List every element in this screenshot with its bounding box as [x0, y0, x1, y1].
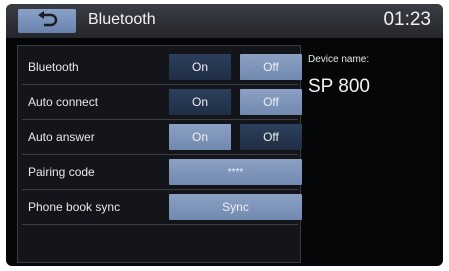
setting-row-bluetooth: Bluetooth On Off [22, 50, 302, 85]
page-title: Bluetooth [88, 11, 156, 28]
settings-panel: Bluetooth On Off Auto connect On Off Aut… [17, 45, 302, 263]
setting-label: Bluetooth [28, 60, 79, 74]
setting-row-auto-connect: Auto connect On Off [22, 85, 302, 120]
sync-button[interactable]: Sync [169, 194, 302, 220]
setting-row-pairing-code: Pairing code **** [22, 155, 302, 190]
auto-answer-on-button[interactable]: On [169, 124, 231, 150]
device-name-label: Device name: [308, 54, 370, 65]
setting-row-phone-book-sync: Phone book sync Sync [22, 190, 302, 225]
device-name-value: SP 800 [308, 76, 370, 97]
header-bar: Bluetooth 01:23 [6, 4, 443, 38]
auto-connect-on-button[interactable]: On [169, 89, 231, 115]
auto-connect-off-button[interactable]: Off [240, 89, 302, 115]
setting-row-auto-answer: Auto answer On Off [22, 120, 302, 155]
return-arrow-icon [36, 10, 58, 32]
clock: 01:23 [383, 9, 431, 30]
setting-label: Auto connect [28, 95, 99, 109]
setting-label: Pairing code [28, 165, 95, 179]
screen: Bluetooth 01:23 Bluetooth On Off Auto co… [6, 4, 443, 266]
back-button[interactable] [18, 9, 76, 33]
bluetooth-off-button[interactable]: Off [240, 54, 302, 80]
auto-answer-off-button[interactable]: Off [240, 124, 302, 150]
pairing-code-field[interactable]: **** [169, 159, 302, 185]
setting-label: Phone book sync [28, 200, 121, 214]
bluetooth-on-button[interactable]: On [169, 54, 231, 80]
setting-label: Auto answer [28, 130, 95, 144]
